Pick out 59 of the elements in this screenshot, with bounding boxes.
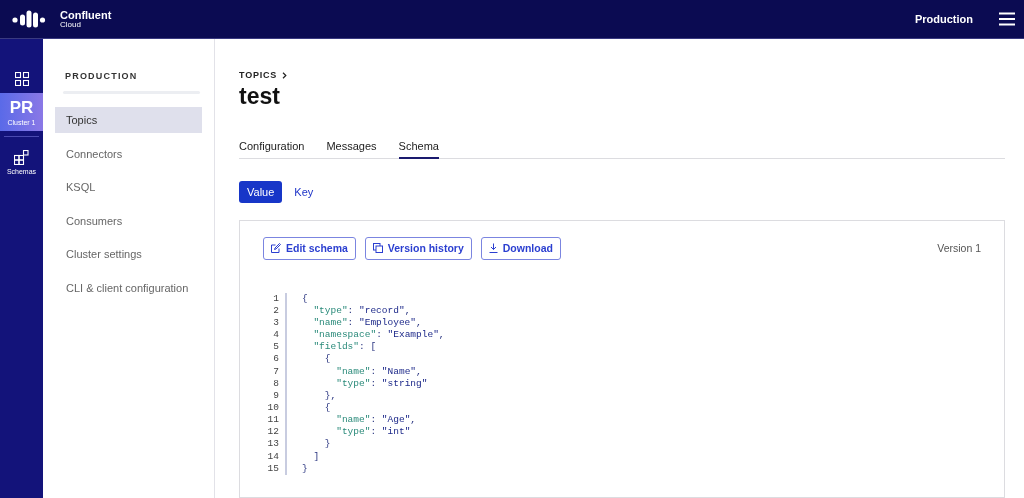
toolbar-button[interactable]: Download: [480, 236, 561, 260]
grid-icon: [14, 72, 29, 86]
line-number: 8: [272, 377, 279, 390]
edit-icon: [271, 243, 281, 254]
line-number: 7: [272, 365, 279, 378]
code-line: "name": "Age",: [335, 414, 418, 427]
copies-icon: [372, 243, 383, 254]
sidebar-item[interactable]: CLI & client configuration: [55, 274, 202, 301]
code-line: "name": "Employee",: [312, 316, 423, 330]
code-line: "namespace": "Example",: [312, 329, 445, 342]
code-line: }: [302, 462, 309, 475]
logo-icon[interactable]: [12, 10, 46, 28]
brand-name: Confluent: [60, 8, 112, 21]
tab[interactable]: Schema: [398, 139, 439, 159]
code-line: "type": "int": [335, 426, 412, 439]
code-line: "type": "string": [335, 377, 429, 390]
sidebar-item[interactable]: KSQL: [55, 174, 202, 201]
code-line: "fields": [: [312, 341, 378, 354]
line-number: 13: [266, 438, 279, 451]
line-number: 10: [266, 402, 279, 415]
page-title: test: [239, 83, 281, 111]
code-line: {: [323, 402, 332, 415]
sidebar-item[interactable]: Topics: [55, 107, 202, 133]
line-number: 1: [272, 292, 279, 305]
toolbar-button[interactable]: Version history: [364, 236, 472, 260]
line-number: 2: [272, 304, 279, 317]
sidebar-heading: PRODUCTION: [64, 71, 139, 81]
code-line: ]: [312, 450, 321, 463]
breadcrumb-link[interactable]: TOPICS: [239, 70, 278, 80]
toggle-tab[interactable]: Value: [239, 180, 283, 203]
line-number: 14: [266, 450, 279, 463]
code-line: {: [323, 353, 332, 366]
code-line: "name": "Name",: [335, 365, 423, 378]
sidebar-item[interactable]: Connectors: [55, 140, 202, 167]
line-number: 15: [266, 462, 279, 475]
toggle-tab[interactable]: Key: [286, 180, 322, 203]
download-icon: [488, 243, 498, 254]
line-number: 4: [272, 329, 279, 342]
line-number: 6: [272, 353, 279, 366]
tab[interactable]: Messages: [326, 139, 377, 159]
environment-name[interactable]: Production: [914, 13, 973, 25]
code-line: {: [302, 292, 309, 305]
code-line: "type": "record",: [312, 304, 412, 317]
line-number: 11: [266, 414, 279, 427]
version-label: Version 1: [937, 242, 981, 255]
blocks-icon: [14, 149, 29, 165]
tab[interactable]: Configuration: [239, 139, 305, 159]
menu-icon[interactable]: [999, 12, 1015, 26]
line-number: 9: [272, 389, 279, 402]
code-line: }: [323, 438, 332, 451]
code-line: },: [323, 389, 338, 402]
line-number: 12: [266, 426, 279, 439]
toolbar-button[interactable]: Edit schema: [263, 236, 356, 260]
brand-subtitle: Cloud: [60, 20, 82, 30]
line-number: 5: [272, 341, 279, 354]
sidebar-item[interactable]: Cluster settings: [55, 241, 202, 268]
line-number: 3: [272, 316, 279, 330]
chevron-icon: [282, 71, 288, 79]
sidebar-item[interactable]: Consumers: [55, 207, 202, 234]
